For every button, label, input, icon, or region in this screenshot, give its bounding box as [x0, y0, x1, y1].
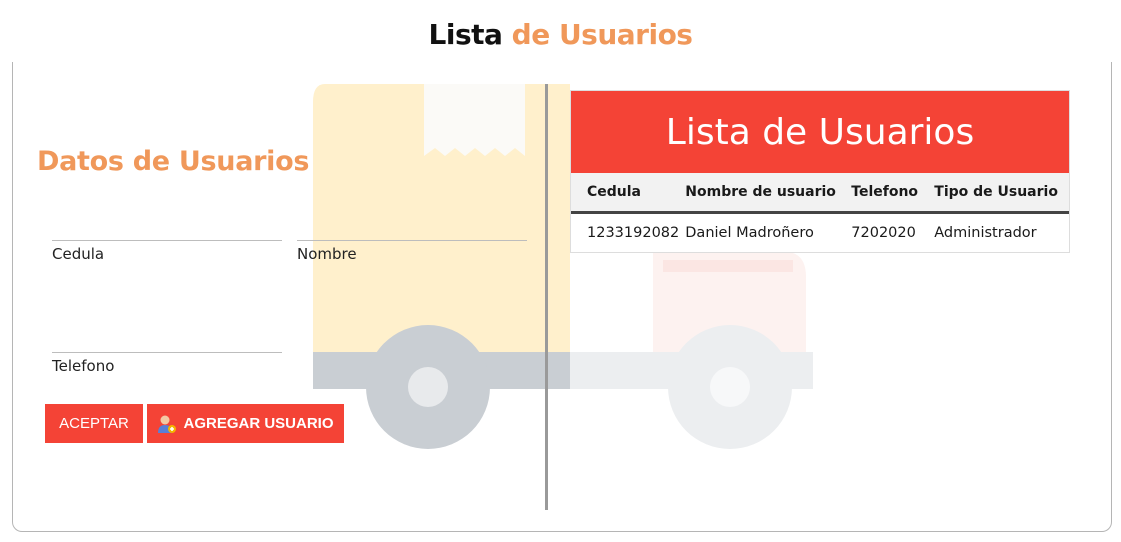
column-header-cedula: Cedula	[587, 183, 642, 200]
column-header-nombre: Nombre de usuario	[685, 183, 836, 200]
table-header-row: Cedula Nombre de usuario Telefono Tipo d…	[571, 173, 1069, 212]
user-add-icon	[158, 415, 177, 433]
form-title: Datos de Usuarios	[37, 146, 310, 177]
nombre-label: Nombre	[297, 245, 357, 263]
telefono-label: Telefono	[52, 357, 115, 375]
add-user-label: AGREGAR USUARIO	[183, 415, 334, 432]
cedula-underline	[52, 240, 282, 241]
cell-tipo: Administrador	[934, 225, 1037, 242]
cell-nombre: Daniel Madroñero	[685, 225, 814, 242]
users-card: Datos de Usuarios Cedula Nombre Telefono…	[12, 62, 1112, 532]
cedula-input[interactable]	[52, 210, 282, 238]
page-title-part2: de Usuarios	[511, 18, 693, 51]
cedula-label: Cedula	[52, 245, 105, 263]
cell-telefono: 7202020	[851, 225, 916, 242]
table-title: Lista de Usuarios	[571, 91, 1069, 173]
nombre-underline	[297, 240, 527, 241]
users-table: Cedula Nombre de usuario Telefono Tipo d…	[571, 173, 1069, 253]
telefono-input[interactable]	[52, 322, 282, 350]
page-title-part1: Lista	[428, 18, 503, 51]
column-header-telefono: Telefono	[851, 183, 919, 200]
telefono-underline	[52, 352, 282, 353]
vertical-divider	[545, 84, 548, 510]
table-row[interactable]: 1233192082 Daniel Madroñero 7202020 Admi…	[571, 212, 1069, 253]
users-table-panel: Lista de Usuarios Cedula Nombre de usuar…	[570, 90, 1070, 253]
accept-button[interactable]: ACEPTAR	[45, 404, 143, 443]
column-header-tipo: Tipo de Usuario	[934, 183, 1058, 200]
cell-cedula: 1233192082	[587, 225, 680, 242]
telefono-field: Telefono	[52, 322, 282, 375]
add-user-button[interactable]: AGREGAR USUARIO	[147, 404, 344, 443]
cedula-field: Cedula	[52, 210, 282, 263]
nombre-input[interactable]	[297, 210, 527, 238]
page-title: Lista de Usuarios	[0, 18, 1121, 51]
nombre-field: Nombre	[297, 210, 527, 263]
